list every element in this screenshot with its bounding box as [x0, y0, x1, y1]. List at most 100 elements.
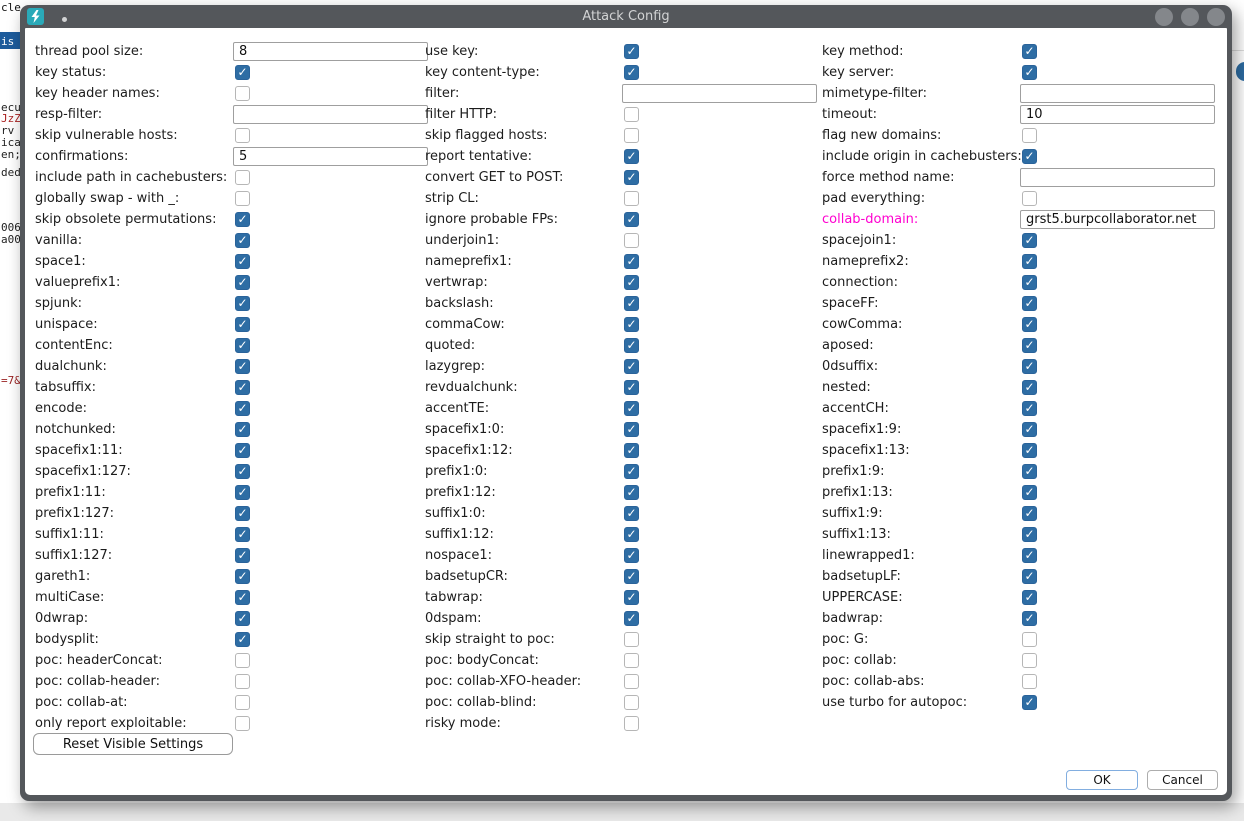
checkbox-spacefix1-11[interactable]: ✓	[235, 443, 250, 458]
checkbox-poc-collab-header[interactable]	[235, 674, 250, 689]
input-mimetype-filter[interactable]	[1020, 84, 1215, 103]
checkbox-strip-cl[interactable]	[624, 191, 639, 206]
reset-visible-settings-button[interactable]: Reset Visible Settings	[33, 733, 233, 755]
checkbox-nospace1[interactable]: ✓	[624, 548, 639, 563]
checkbox-skip-straight-to-poc[interactable]	[624, 632, 639, 647]
checkbox-spaceff[interactable]: ✓	[1022, 296, 1037, 311]
checkbox-suffix1-127[interactable]: ✓	[235, 548, 250, 563]
checkbox-0dwrap[interactable]: ✓	[235, 611, 250, 626]
checkbox-quoted[interactable]: ✓	[624, 338, 639, 353]
input-filter[interactable]	[622, 84, 817, 103]
titlebar[interactable]: Attack Config	[20, 5, 1232, 28]
checkbox-badsetupcr[interactable]: ✓	[624, 569, 639, 584]
checkbox-use-turbo-for-autopoc[interactable]: ✓	[1022, 695, 1037, 710]
checkbox-suffix1-9[interactable]: ✓	[1022, 506, 1037, 521]
checkbox-multicase[interactable]: ✓	[235, 590, 250, 605]
checkbox-spacefix1-13[interactable]: ✓	[1022, 443, 1037, 458]
maximize-button[interactable]	[1181, 8, 1199, 26]
checkbox-poc-collab-abs[interactable]	[1022, 674, 1037, 689]
checkbox-poc-bodyconcat[interactable]	[624, 653, 639, 668]
checkbox-prefix1-9[interactable]: ✓	[1022, 464, 1037, 479]
checkbox-suffix1-12[interactable]: ✓	[624, 527, 639, 542]
checkbox-spjunk[interactable]: ✓	[235, 296, 250, 311]
checkbox-key-server[interactable]: ✓	[1022, 65, 1037, 80]
checkbox-connection[interactable]: ✓	[1022, 275, 1037, 290]
checkbox-prefix1-127[interactable]: ✓	[235, 506, 250, 521]
checkbox-convert-get-to-post[interactable]: ✓	[624, 170, 639, 185]
checkbox-nested[interactable]: ✓	[1022, 380, 1037, 395]
checkbox-nameprefix2[interactable]: ✓	[1022, 254, 1037, 269]
checkbox-include-path-in-cachebusters[interactable]	[235, 170, 250, 185]
checkbox-use-key[interactable]: ✓	[624, 44, 639, 59]
checkbox-prefix1-11[interactable]: ✓	[235, 485, 250, 500]
checkbox-linewrapped1[interactable]: ✓	[1022, 548, 1037, 563]
checkbox-filter-http[interactable]	[624, 107, 639, 122]
checkbox-prefix1-12[interactable]: ✓	[624, 485, 639, 500]
input-force-method-name[interactable]	[1020, 168, 1215, 187]
checkbox-dualchunk[interactable]: ✓	[235, 359, 250, 374]
checkbox-key-content-type[interactable]: ✓	[624, 65, 639, 80]
checkbox-suffix1-13[interactable]: ✓	[1022, 527, 1037, 542]
checkbox-tabwrap[interactable]: ✓	[624, 590, 639, 605]
checkbox-skip-obsolete-permutations[interactable]: ✓	[235, 212, 250, 227]
checkbox-prefix1-0[interactable]: ✓	[624, 464, 639, 479]
checkbox-ignore-probable-fps[interactable]: ✓	[624, 212, 639, 227]
checkbox-key-status[interactable]: ✓	[235, 65, 250, 80]
checkbox-vanilla[interactable]: ✓	[235, 233, 250, 248]
checkbox-accentte[interactable]: ✓	[624, 401, 639, 416]
checkbox-spacejoin1[interactable]: ✓	[1022, 233, 1037, 248]
checkbox-uppercase[interactable]: ✓	[1022, 590, 1037, 605]
checkbox-spacefix1-127[interactable]: ✓	[235, 464, 250, 479]
checkbox-pad-everything[interactable]	[1022, 191, 1037, 206]
checkbox-spacefix1-0[interactable]: ✓	[624, 422, 639, 437]
checkbox-suffix1-0[interactable]: ✓	[624, 506, 639, 521]
checkbox-encode[interactable]: ✓	[235, 401, 250, 416]
checkbox-include-origin-in-cachebusters[interactable]: ✓	[1022, 149, 1037, 164]
checkbox-prefix1-13[interactable]: ✓	[1022, 485, 1037, 500]
close-button[interactable]	[1207, 8, 1225, 26]
checkbox-gareth1[interactable]: ✓	[235, 569, 250, 584]
checkbox-bodysplit[interactable]: ✓	[235, 632, 250, 647]
checkbox-key-header-names[interactable]	[235, 86, 250, 101]
input-confirmations[interactable]	[233, 147, 428, 166]
checkbox-commacow[interactable]: ✓	[624, 317, 639, 332]
checkbox-contentenc[interactable]: ✓	[235, 338, 250, 353]
checkbox-poc-collab-blind[interactable]	[624, 695, 639, 710]
minimize-button[interactable]	[1155, 8, 1173, 26]
checkbox-backslash[interactable]: ✓	[624, 296, 639, 311]
checkbox-0dsuffix[interactable]: ✓	[1022, 359, 1037, 374]
checkbox-badsetuplf[interactable]: ✓	[1022, 569, 1037, 584]
checkbox-poc-collab-xfo-header[interactable]	[624, 674, 639, 689]
cancel-button[interactable]: Cancel	[1147, 770, 1218, 790]
checkbox-risky-mode[interactable]	[624, 716, 639, 731]
checkbox-tabsuffix[interactable]: ✓	[235, 380, 250, 395]
checkbox-spacefix1-9[interactable]: ✓	[1022, 422, 1037, 437]
checkbox-report-tentative[interactable]: ✓	[624, 149, 639, 164]
input-thread-pool-size[interactable]	[233, 42, 428, 61]
checkbox-space1[interactable]: ✓	[235, 254, 250, 269]
checkbox-lazygrep[interactable]: ✓	[624, 359, 639, 374]
checkbox-0dspam[interactable]: ✓	[624, 611, 639, 626]
checkbox-spacefix1-12[interactable]: ✓	[624, 443, 639, 458]
checkbox-skip-vulnerable-hosts[interactable]	[235, 128, 250, 143]
checkbox-skip-flagged-hosts[interactable]	[624, 128, 639, 143]
checkbox-poc-collab[interactable]	[1022, 653, 1037, 668]
checkbox-cowcomma[interactable]: ✓	[1022, 317, 1037, 332]
checkbox-underjoin1[interactable]	[624, 233, 639, 248]
checkbox-notchunked[interactable]: ✓	[235, 422, 250, 437]
input-collab-domain[interactable]	[1020, 210, 1215, 229]
checkbox-poc-headerconcat[interactable]	[235, 653, 250, 668]
checkbox-accentch[interactable]: ✓	[1022, 401, 1037, 416]
checkbox-revdualchunk[interactable]: ✓	[624, 380, 639, 395]
checkbox-flag-new-domains[interactable]	[1022, 128, 1037, 143]
checkbox-valueprefix1[interactable]: ✓	[235, 275, 250, 290]
checkbox-only-report-exploitable[interactable]	[235, 716, 250, 731]
input-resp-filter[interactable]	[233, 105, 428, 124]
checkbox-unispace[interactable]: ✓	[235, 317, 250, 332]
checkbox-badwrap[interactable]: ✓	[1022, 611, 1037, 626]
checkbox-vertwrap[interactable]: ✓	[624, 275, 639, 290]
input-timeout[interactable]	[1020, 105, 1215, 124]
checkbox-poc-collab-at[interactable]	[235, 695, 250, 710]
checkbox-aposed[interactable]: ✓	[1022, 338, 1037, 353]
checkbox-key-method[interactable]: ✓	[1022, 44, 1037, 59]
